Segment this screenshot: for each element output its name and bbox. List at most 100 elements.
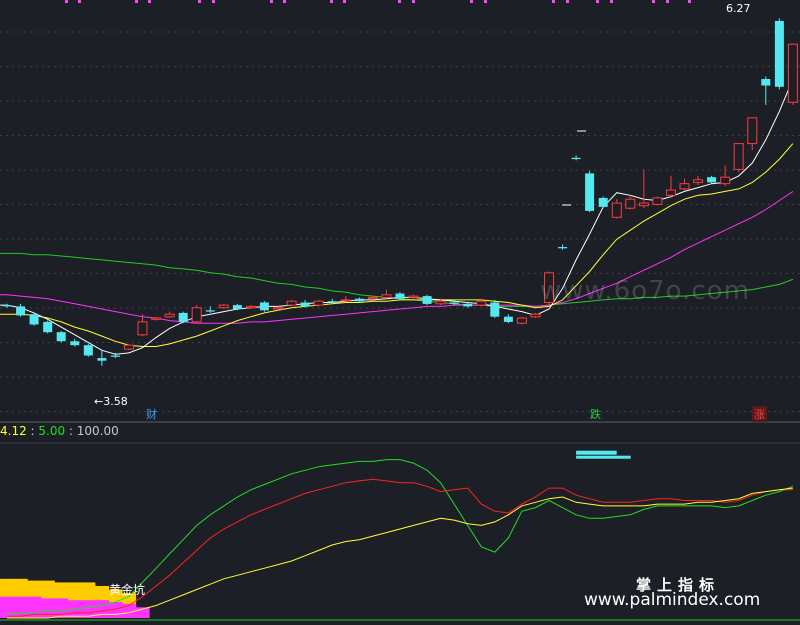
arrow-left-icon: ←: [94, 395, 104, 408]
indicator-value-3: 100.00: [76, 424, 119, 438]
ma5-line: [0, 78, 794, 355]
cyan-block: [576, 450, 617, 455]
candle-body: [395, 293, 405, 299]
candle-body: [83, 345, 93, 356]
candle-body: [408, 295, 419, 298]
candle: [571, 155, 581, 161]
top-tick: [688, 0, 691, 3]
top-tick: [652, 0, 655, 3]
indicator-header: 4.12 : 5.00 : 100.00: [0, 424, 119, 438]
event-mark-die: 跌: [590, 408, 601, 421]
candle-body: [693, 179, 704, 183]
candle-body: [571, 157, 581, 160]
candle-body: [530, 313, 541, 318]
candle-body: [585, 173, 595, 211]
candle: [733, 143, 744, 173]
top-tick: [552, 0, 555, 3]
candle-body: [151, 317, 162, 320]
candle-body: [97, 358, 107, 361]
price-low-value: 3.58: [103, 395, 128, 408]
candle-body: [137, 321, 148, 336]
candle: [611, 199, 622, 219]
candle: [707, 175, 717, 184]
candle-body: [516, 317, 527, 324]
watermark-6070: www.6o7o.com: [540, 276, 750, 306]
magenta-bar: [40, 598, 55, 618]
candle-body: [178, 312, 188, 322]
candle-body: [679, 183, 690, 190]
candle-body: [313, 300, 324, 306]
candle-body: [273, 307, 283, 310]
candle-body: [463, 303, 473, 307]
price-high-label: 6.27: [726, 2, 751, 15]
candle-body: [367, 296, 378, 300]
ma10-line: [0, 143, 794, 347]
candle: [56, 331, 66, 343]
candle-body: [340, 299, 351, 302]
cyan-block: [576, 455, 631, 459]
candle-body: [56, 332, 66, 342]
candle-body: [720, 176, 731, 185]
candle: [83, 343, 93, 357]
candle: [2, 303, 12, 308]
candle-body: [761, 79, 771, 86]
top-tick: [398, 0, 401, 3]
top-tick: [283, 0, 286, 3]
event-mark-zhang: 涨: [752, 406, 767, 422]
stock-chart: [0, 0, 800, 621]
candle: [774, 18, 784, 90]
candle-body: [29, 314, 39, 325]
candle-body: [164, 313, 175, 318]
candle-body: [300, 302, 310, 307]
price-grid: [0, 31, 800, 412]
candle-body: [707, 177, 717, 183]
candle: [259, 301, 269, 312]
moving-average-lines: [0, 78, 794, 355]
candle-body: [354, 298, 364, 302]
top-tick: [135, 0, 138, 3]
candle-body: [381, 294, 392, 298]
candle-body: [205, 310, 215, 312]
candle: [679, 178, 690, 191]
candle: [191, 305, 202, 324]
candle-body: [449, 302, 459, 304]
candle: [598, 196, 608, 209]
top-tick: [65, 0, 68, 3]
candle: [218, 303, 229, 309]
candle-body: [232, 305, 242, 309]
candle: [747, 117, 758, 151]
candle-body: [327, 301, 337, 303]
indicator-value-2: 5.00: [38, 424, 66, 438]
candle: [381, 289, 392, 299]
candle-body: [747, 117, 758, 145]
top-tick: [412, 0, 415, 3]
candle: [787, 43, 798, 105]
candle-body: [16, 306, 26, 316]
candlesticks: [2, 18, 798, 366]
candle: [666, 175, 676, 198]
candle-body: [110, 355, 120, 357]
candle: [625, 195, 636, 210]
candle-body: [598, 197, 608, 207]
candle-body: [774, 20, 784, 87]
top-tick: [666, 0, 669, 3]
top-tick: [270, 0, 273, 3]
candle: [97, 350, 107, 366]
top-tick: [343, 0, 346, 3]
candle: [638, 169, 649, 209]
candle: [123, 344, 134, 351]
candle: [340, 296, 351, 302]
indicator-sep: :: [26, 424, 39, 438]
magenta-bar: [13, 596, 28, 618]
top-tick: [566, 0, 569, 3]
candle: [205, 306, 215, 313]
candle: [29, 312, 39, 326]
event-mark-cai: 财: [146, 408, 157, 421]
candle: [558, 244, 568, 250]
candle: [652, 196, 663, 206]
top-tick: [484, 0, 487, 3]
candle-body: [787, 43, 798, 103]
price-low-label: ←3.58: [94, 395, 128, 408]
candle: [693, 175, 704, 185]
candle-body: [218, 304, 229, 309]
